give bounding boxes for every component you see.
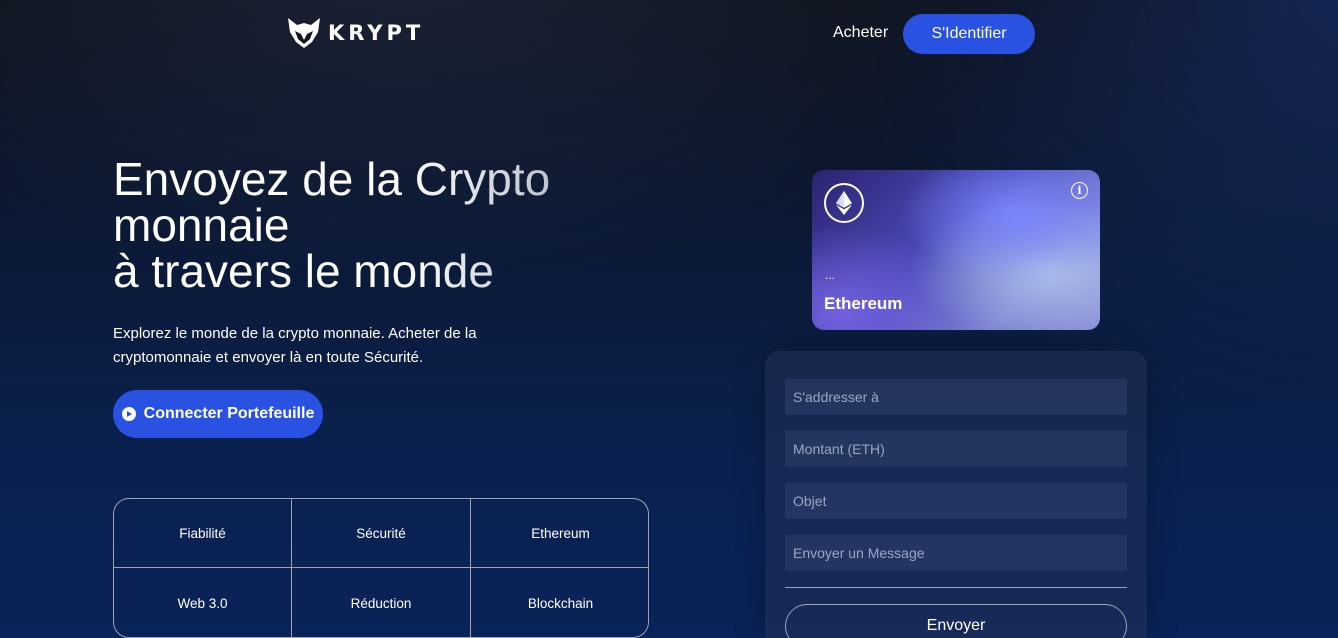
feature-cell: Ethereum [471,499,648,568]
amount-input[interactable] [785,431,1127,467]
login-button[interactable]: S'Identifier [903,14,1035,54]
feature-grid: Fiabilité Sécurité Ethereum Web 3.0 Rédu… [113,498,649,638]
ethereum-icon [824,183,864,223]
connect-wallet-button[interactable]: Connecter Portefeuille [113,390,323,438]
brand-logo[interactable]: KRYPT [286,16,424,50]
card-currency-name: Ethereum [824,294,903,313]
hero-description: Explorez le monde de la crypto monnaie. … [113,325,477,366]
subject-input[interactable] [785,483,1127,519]
play-icon [121,407,136,421]
hero-title-line: monnaie [113,199,290,251]
nav-buy-link[interactable]: Acheter [833,24,888,42]
hero-title-line: à travers le monde [113,245,494,297]
card-address: ... [825,268,836,282]
feature-cell: Blockchain [527,596,594,611]
ethereum-card: i ... Ethereum [812,170,1100,330]
message-input[interactable] [785,535,1127,571]
feature-cell: Réduction [292,568,471,637]
hero-title-line: Envoyez de la Crypto [113,153,551,205]
hero-title: Envoyez de la Crypto monnaie à travers l… [113,156,633,294]
feature-cell: Web 3.0 [114,568,292,637]
brand-name: KRYPT [328,21,425,45]
fox-icon [288,18,320,48]
form-divider [785,587,1127,588]
feature-cell: Sécurité [292,499,471,568]
info-icon[interactable]: i [1071,182,1088,199]
connect-wallet-label: Connecter Portefeuille [143,405,315,422]
send-button[interactable]: Envoyer [785,604,1127,638]
address-input[interactable] [785,379,1127,415]
feature-cell: Fiabilité [114,499,292,568]
